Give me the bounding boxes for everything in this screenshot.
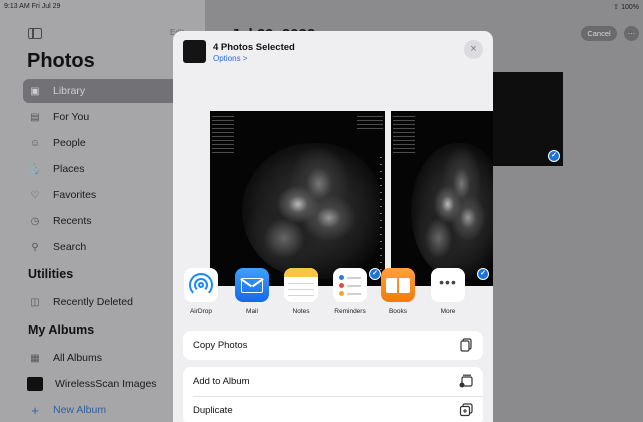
person-icon: ☺ [29,137,41,149]
photo-thumbnail[interactable]: ✓ [491,72,563,166]
page-title: Photos [27,50,95,72]
selection-thumbnail [183,40,206,63]
notes-icon [284,268,318,302]
sidebar-item-label: All Albums [53,352,103,364]
actions-group: Add to Album Duplicate [183,367,483,422]
app-label: Mail [246,308,258,315]
utilities-heading[interactable]: Utilities [28,267,73,281]
sidebar-item-label: For You [53,111,90,123]
sidebar-item-label: People [53,137,86,149]
status-time: 9:13 AM Fri Jul 29 [4,3,61,10]
sidebar-item-label: Places [53,163,85,175]
checkmark-icon: ✓ [548,150,560,162]
map-pin-icon: ⚓ [28,163,42,175]
duplicate-icon [459,403,473,417]
options-link[interactable]: Options > [213,54,247,63]
share-app-airdrop[interactable]: AirDrop [179,268,223,315]
sidebar-item-label: Search [53,241,87,253]
airdrop-icon [184,268,218,302]
share-app-notes[interactable]: Notes [279,268,323,315]
photo-preview-carousel[interactable]: ✓ ✓ [173,71,493,286]
sidebar-item-label: New Album [53,404,107,416]
search-icon: ⚲ [31,241,39,253]
books-icon [381,268,415,302]
add-to-album-button[interactable]: Add to Album [183,367,483,396]
app-label: AirDrop [189,308,213,315]
albums-icon: ▦ [30,352,40,364]
status-bar: 9:13 AM Fri Jul 29 ⇧ 100% [0,0,643,14]
action-label: Copy Photos [193,340,248,351]
app-label: Books [388,308,408,315]
scan-overlay-text [212,113,234,153]
sidebar-item-label: Recently Deleted [53,296,133,308]
share-app-more[interactable]: ••• More [426,268,470,315]
for-you-icon: ▤ [30,111,40,123]
share-sheet-header: 4 Photos Selected Options > × [173,31,493,71]
my-albums-heading[interactable]: My Albums [28,323,94,337]
status-battery: ⇧ 100% [613,4,639,11]
clock-icon: ◷ [30,215,40,227]
sidebar-item-label: Library [53,85,86,97]
share-app-mail[interactable]: Mail [230,268,274,315]
scan-overlay-text [393,113,415,153]
app-label: Notes [292,308,310,315]
cancel-button[interactable]: Cancel [581,26,617,41]
action-label: Add to Album [193,376,250,387]
close-button[interactable]: × [464,40,483,59]
depth-scale [380,151,382,271]
copy-photos-button[interactable]: Copy Photos [183,331,483,360]
share-app-reminders[interactable]: Reminders [328,268,372,315]
sidebar-toggle-icon[interactable] [28,28,42,39]
sidebar-item-label: WirelessScan Images [55,378,157,390]
duplicate-button[interactable]: Duplicate [183,396,483,422]
photo-library-icon: ▣ [30,85,40,97]
app-label: More [440,308,456,315]
sidebar-item-label: Favorites [53,189,97,201]
app-label: Reminders [334,308,366,315]
scan-overlay-text [357,113,383,129]
album-thumbnail [27,377,43,391]
more-button[interactable]: … [624,26,639,41]
sidebar-item-label: Recents [53,215,92,227]
plus-icon: + [31,402,39,418]
reminders-icon [333,268,367,302]
copy-icon [460,338,472,352]
mail-icon [235,268,269,302]
more-icon: ••• [431,268,465,302]
actions-group: Copy Photos [183,331,483,360]
trash-icon: ◫ [30,296,40,308]
share-sheet-title: 4 Photos Selected [213,42,295,53]
share-app-books[interactable]: Books [376,268,420,315]
share-apps-row: AirDrop Mail Notes Reminders Books ••• M… [173,258,493,328]
add-to-album-icon [459,374,473,388]
action-label: Duplicate [193,405,233,416]
heart-icon: ♡ [30,189,40,201]
share-sheet: 4 Photos Selected Options > × ✓ ✓ AirDro… [173,31,493,422]
